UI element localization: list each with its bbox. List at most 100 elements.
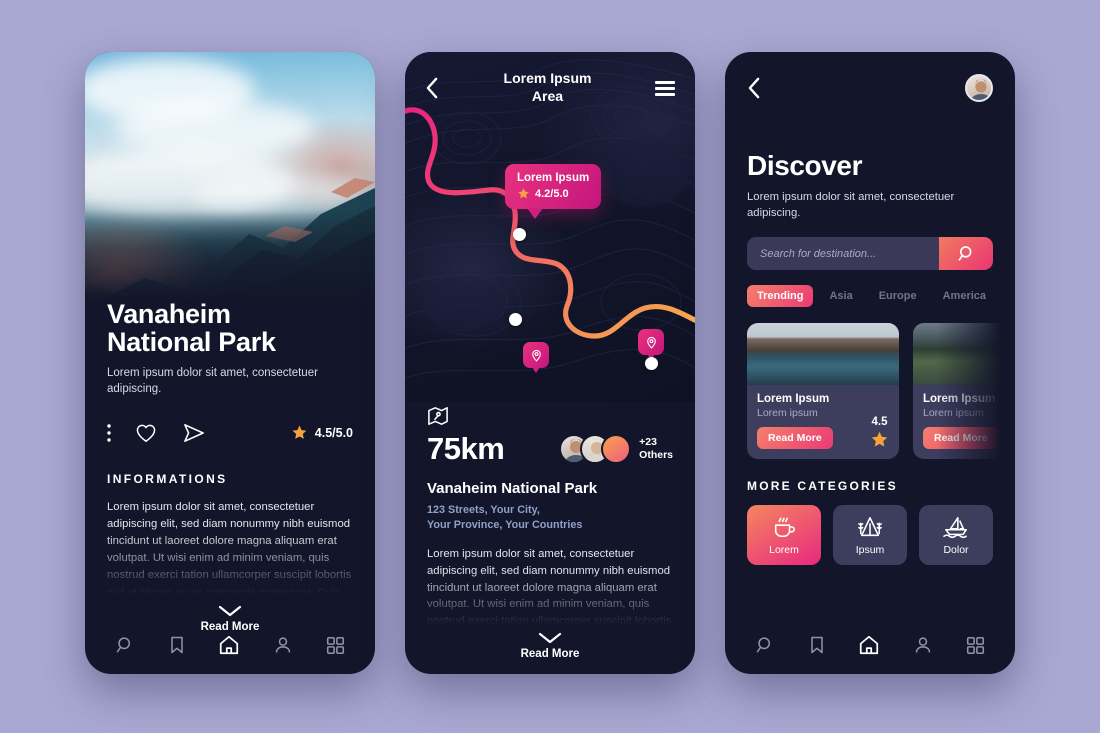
category-tabs: Trending Asia Europe America [747, 285, 996, 308]
destination-card[interactable]: Lorem Ipsum Lorem ipsum Read More [913, 323, 1015, 460]
detail-content: Vanaheim National Park Lorem ipsum dolor… [85, 300, 375, 633]
avatar-group[interactable]: +23 Others [559, 434, 673, 464]
avatar-overflow [601, 434, 632, 464]
discover-content: Discover Lorem ipsum dolor sit amet, con… [725, 52, 1015, 566]
chevron-down-icon [218, 605, 242, 616]
nav-search-icon[interactable] [755, 635, 775, 655]
card-title: Lorem Ipsum [757, 393, 830, 406]
category-label: Dolor [943, 543, 969, 556]
nav-bookmark-icon[interactable] [808, 635, 826, 655]
phone-screen-discover: Discover Lorem ipsum dolor sit amet, con… [725, 52, 1015, 674]
search-bar [747, 237, 993, 271]
map-canvas[interactable]: Lorem Ipsum Area Lorem Ipsum 4.2/5.0 [405, 52, 695, 402]
send-icon[interactable] [183, 423, 205, 443]
bottom-nav [725, 616, 1015, 674]
map-folded-icon [427, 406, 449, 426]
search-icon [958, 246, 971, 261]
category-tile-dolor[interactable]: Dolor [919, 505, 993, 566]
discover-header [747, 52, 993, 124]
park-subtitle: Lorem ipsum dolor sit amet, consectetuer… [107, 367, 318, 396]
tab-europe[interactable]: Europe [869, 285, 927, 307]
nav-grid-icon[interactable] [326, 636, 345, 655]
route-waypoint[interactable] [645, 357, 658, 370]
route-waypoint[interactable] [513, 228, 526, 241]
map-description-body: Lorem ipsum dolor sit amet, consectetuer… [427, 546, 673, 632]
card-read-more-button[interactable]: Read More [923, 427, 999, 450]
card-rating: 4.5 [870, 416, 889, 449]
search-input[interactable] [747, 237, 939, 271]
avatar-face [970, 79, 991, 100]
star-icon [518, 188, 529, 199]
bottom-nav [85, 616, 375, 674]
card-photo-temple [913, 323, 1015, 386]
map-title: Lorem Ipsum Area [440, 70, 655, 105]
park-address: 123 Streets, Your City, Your Province, Y… [427, 503, 673, 534]
park-title-line1: Vanaheim [107, 299, 231, 329]
more-options-icon[interactable] [107, 424, 111, 442]
read-more-button[interactable]: Read More [427, 632, 673, 660]
back-icon[interactable] [425, 77, 440, 99]
hamburger-menu-icon[interactable] [655, 80, 675, 96]
map-pin-marker[interactable] [523, 342, 549, 373]
others-count: +23 Others [639, 436, 673, 462]
chevron-down-icon [538, 632, 562, 643]
map-info-panel: 75km +23 Others Vanaheim National Park 1… [405, 402, 695, 660]
tooltip-rating: 4.2/5.0 [517, 187, 589, 200]
nav-bookmark-icon[interactable] [168, 635, 186, 655]
address-line2: Your Province, Your Countries [427, 519, 583, 532]
nav-grid-icon[interactable] [966, 636, 985, 655]
category-tile-lorem[interactable]: Lorem [747, 505, 821, 566]
category-tile-ipsum[interactable]: Ipsum [833, 505, 907, 566]
phone-screen-detail: Vanaheim National Park Lorem ipsum dolor… [85, 52, 375, 674]
tab-trending[interactable]: Trending [747, 285, 814, 308]
map-header: Lorem Ipsum Area [405, 52, 695, 124]
tooltip-title: Lorem Ipsum [517, 172, 590, 184]
informations-body: Lorem ipsum dolor sit amet, consectetuer… [107, 499, 353, 603]
search-button[interactable] [939, 237, 993, 271]
map-title-line1: Lorem Ipsum [503, 70, 592, 87]
map-tooltip[interactable]: Lorem Ipsum 4.2/5.0 [505, 164, 602, 219]
card-rating-value: 4.5 [871, 416, 888, 429]
section-title-informations: INFORMATIONS [107, 471, 228, 486]
route-waypoint[interactable] [509, 313, 522, 326]
page-title: Discover [747, 150, 863, 181]
rating-value: 4.5/5.0 [314, 425, 353, 440]
others-count-label: Others [639, 449, 673, 461]
rating-badge: 4.5/5.0 [291, 424, 353, 441]
destination-card-list: Lorem Ipsum Lorem ipsum Read More 4.5 Lo… [747, 323, 1015, 460]
tab-asia[interactable]: Asia [819, 285, 862, 307]
card-body: Lorem Ipsum Lorem ipsum Read More 4.5 [747, 385, 899, 459]
nav-profile-icon[interactable] [913, 635, 933, 655]
sailboat-icon [943, 516, 967, 538]
star-icon [871, 431, 888, 447]
card-body: Lorem Ipsum Lorem ipsum Read More [913, 385, 1015, 459]
card-subtitle: Lorem ipsum [923, 407, 984, 420]
tent-icon [858, 516, 882, 536]
category-tile-list: Lorem Ipsum Dolor [747, 505, 993, 566]
page-title: Vanaheim National Park [107, 300, 353, 356]
tab-america[interactable]: America [933, 285, 996, 307]
distance-value: 75km [427, 431, 505, 466]
park-title-line2: National Park [107, 327, 276, 358]
map-title-line2: Area [531, 88, 564, 104]
category-label: Lorem [769, 543, 799, 556]
card-read-more-button[interactable]: Read More [757, 427, 833, 450]
nav-search-icon[interactable] [115, 635, 135, 655]
coffee-cup-icon [774, 517, 795, 537]
category-label: Ipsum [855, 543, 885, 556]
nav-home-icon[interactable] [218, 634, 240, 656]
map-pin-marker[interactable] [638, 329, 664, 360]
destination-card[interactable]: Lorem Ipsum Lorem ipsum Read More 4.5 [747, 323, 899, 460]
distance-row: 75km +23 Others [427, 431, 673, 467]
avatar[interactable] [965, 74, 993, 102]
back-icon[interactable] [747, 77, 762, 99]
card-photo-coast [747, 323, 899, 386]
hero-gradient-overlay [85, 210, 375, 302]
screenshot-stage: Vanaheim National Park Lorem ipsum dolor… [0, 0, 1100, 733]
nav-profile-icon[interactable] [273, 635, 293, 655]
heart-icon[interactable] [135, 423, 157, 443]
others-count-number: +23 [639, 436, 657, 449]
nav-home-icon[interactable] [858, 634, 880, 656]
read-more-label: Read More [520, 647, 580, 660]
address-line1: 123 Streets, Your City, [427, 504, 540, 516]
